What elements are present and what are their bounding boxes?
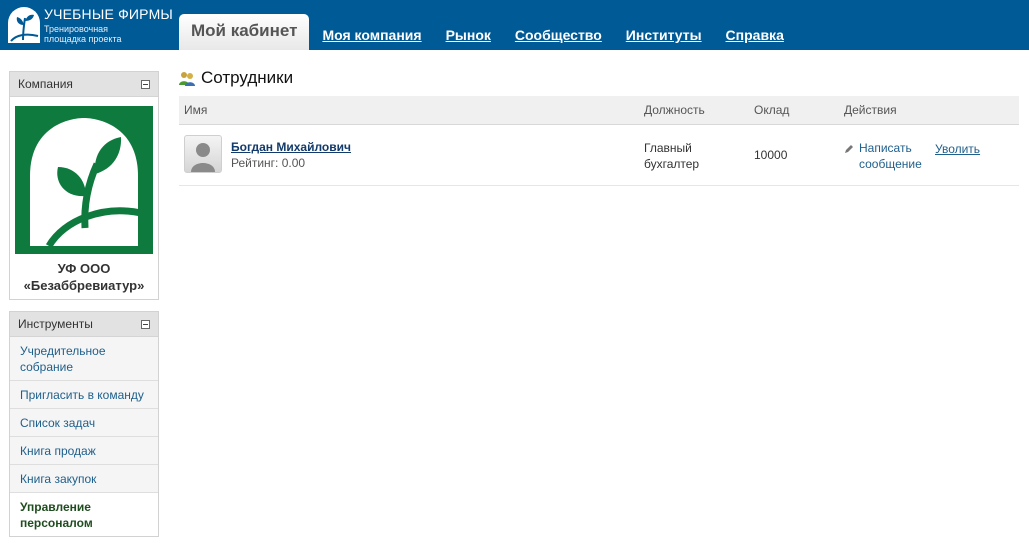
employee-name-link[interactable]: Богдан Михайлович [231,140,351,154]
tool-invite-team[interactable]: Пригласить в команду [10,381,158,409]
company-logo [15,106,153,254]
employee-name-cell: Богдан Михайлович Рейтинг: 0.00 [179,125,639,185]
company-panel: Компания УФ ООО «Безаббревиатур» [9,71,159,300]
tab-my-cabinet[interactable]: Мой кабинет [179,14,310,50]
company-name: УФ ООО «Безаббревиатур» [10,254,158,301]
company-panel-header: Компания [10,72,158,97]
employees-table: Имя Должность Оклад Действия Богдан Миха… [179,96,1019,186]
column-header-name: Имя [184,103,208,117]
tools-panel-header: Инструменты [10,312,158,337]
employee-actions: Написать сообщение Уволить [839,125,1019,185]
main-content: Сотрудники Имя Должность Оклад Действия … [179,60,1019,186]
table-header: Имя Должность Оклад Действия [179,96,1019,125]
logo-subtitle-line-2: площадка проекта [44,34,122,44]
column-header-salary: Оклад [754,103,790,117]
fire-employee-link[interactable]: Уволить [935,141,980,185]
main-nav: Мой кабинет Моя компания Рынок Сообществ… [179,14,784,50]
page-title-text: Сотрудники [201,68,294,87]
people-icon [179,70,195,86]
pencil-icon [844,143,854,153]
page-title: Сотрудники [179,60,1019,96]
tool-personnel-management[interactable]: Управление персоналом [10,493,158,536]
employee-salary: 10000 [754,148,788,162]
tools-panel-title: Инструменты [18,317,93,331]
nav-my-company[interactable]: Моя компания [322,27,421,43]
nav-institutes[interactable]: Институты [626,27,702,43]
company-name-line-1: УФ ООО [57,261,111,276]
nav-community[interactable]: Сообщество [515,27,602,43]
tool-sales-book[interactable]: Книга продаж [10,437,158,465]
employee-rating: Рейтинг: 0.00 [231,156,306,170]
logo-subtitle-line-1: Тренировочная [44,24,109,34]
nav-market[interactable]: Рынок [446,27,491,43]
employee-position: Главный бухгалтер [644,141,700,171]
column-header-actions: Действия [844,103,897,117]
tools-panel: Инструменты Учредительное собрание Пригл… [9,311,159,537]
company-panel-title: Компания [18,77,73,91]
logo-sprout-icon [8,7,40,43]
site-logo[interactable]: УЧЕБНЫЕ ФИРМЫ Тренировочная площадка про… [8,5,173,45]
logo-title: УЧЕБНЫЕ ФИРМЫ [44,6,174,22]
collapse-icon[interactable] [141,80,150,89]
top-navigation-bar: УЧЕБНЫЕ ФИРМЫ Тренировочная площадка про… [0,0,1029,50]
tool-founding-meeting[interactable]: Учредительное собрание [10,337,158,381]
company-name-line-2: «Безаббревиатур» [23,278,145,293]
collapse-icon[interactable] [141,320,150,329]
column-header-position: Должность [644,103,705,117]
tool-purchase-book[interactable]: Книга закупок [10,465,158,493]
write-message-link[interactable]: Написать сообщение [859,140,929,185]
avatar [184,135,222,173]
tool-task-list[interactable]: Список задач [10,409,158,437]
nav-help[interactable]: Справка [726,27,784,43]
table-row: Богдан Михайлович Рейтинг: 0.00 Главный … [179,125,1019,186]
